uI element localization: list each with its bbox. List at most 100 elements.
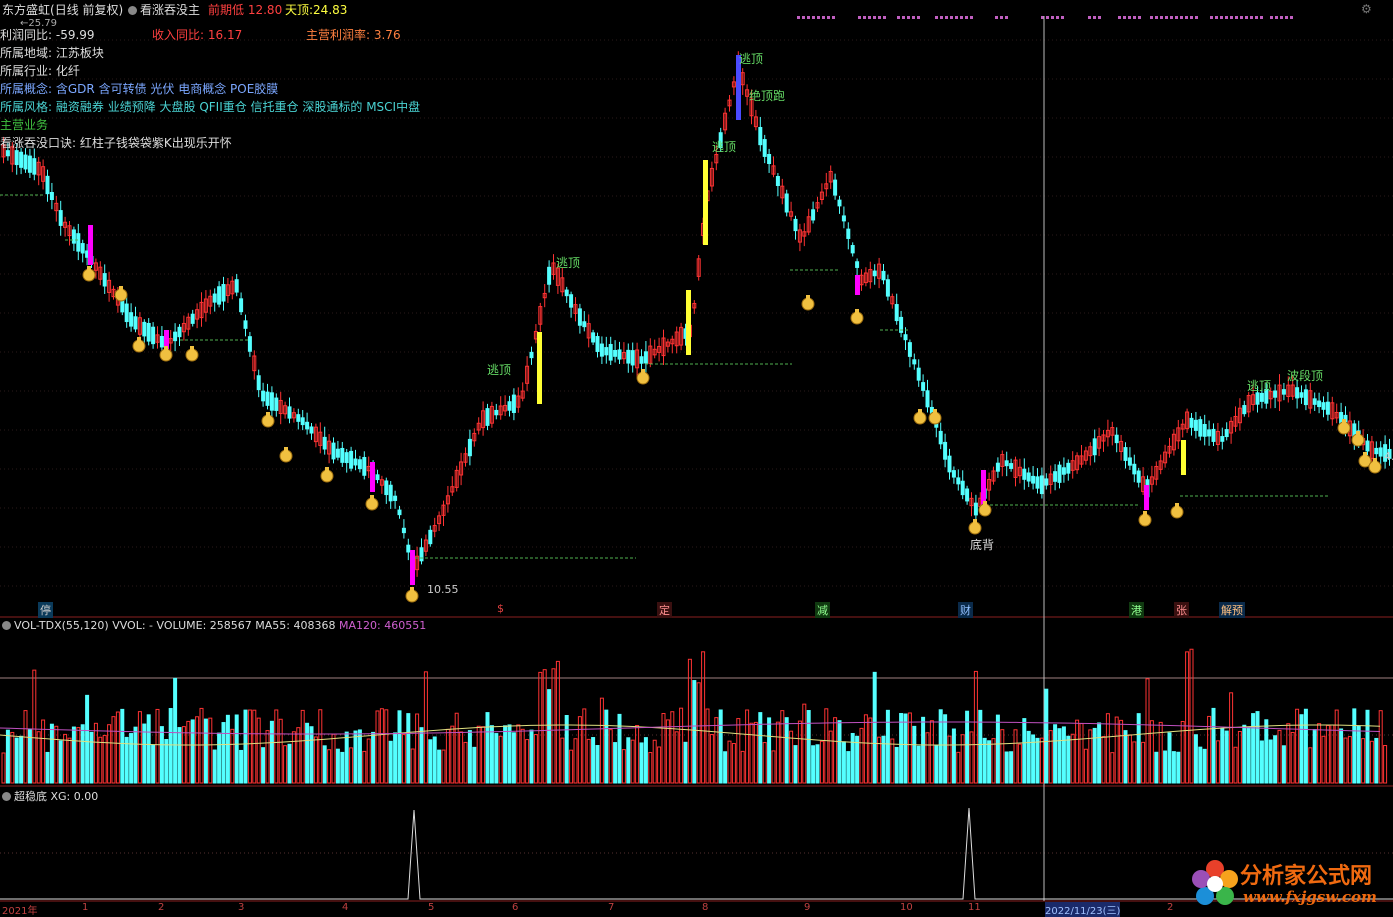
event-tag-rise[interactable]: 张 bbox=[1174, 602, 1189, 618]
volume-bar bbox=[929, 720, 934, 784]
candle-body bbox=[850, 245, 855, 254]
signal-dot bbox=[1088, 16, 1091, 19]
date-label: 1 bbox=[82, 902, 89, 913]
volume-bar bbox=[626, 737, 631, 784]
volume-bar bbox=[1198, 746, 1203, 784]
candle-body bbox=[27, 155, 32, 173]
profit-yoy: 利润同比: -59.99 bbox=[0, 28, 95, 42]
candle-body bbox=[217, 286, 222, 305]
volume-bar bbox=[1321, 735, 1326, 784]
volume-bar bbox=[841, 741, 846, 784]
volume-bar bbox=[1110, 752, 1115, 784]
volume-bar bbox=[586, 738, 591, 784]
signal-dot bbox=[935, 16, 938, 19]
event-tag-dollar[interactable]: $ bbox=[495, 602, 506, 615]
gear-icon[interactable]: ⚙ bbox=[1361, 2, 1372, 16]
volume-bar bbox=[485, 712, 490, 784]
settings-circle-icon[interactable] bbox=[2, 792, 11, 801]
volume-bar bbox=[203, 718, 208, 784]
volume-bar bbox=[692, 680, 697, 784]
money-bag-icon bbox=[190, 346, 194, 350]
volume-bar bbox=[89, 731, 94, 784]
event-tag-suspend[interactable]: 停 bbox=[38, 602, 53, 618]
xg-panel-title[interactable]: 超稳底 XG: 0.00 bbox=[2, 788, 98, 804]
volume-bar bbox=[212, 749, 217, 784]
signal-dot bbox=[1285, 16, 1288, 19]
volume-bar bbox=[265, 730, 270, 784]
candle-body bbox=[1295, 387, 1300, 399]
signal-candle bbox=[1181, 440, 1186, 475]
signal-dot bbox=[1175, 16, 1178, 19]
volume-bar bbox=[890, 738, 895, 784]
volume-bar bbox=[357, 729, 362, 784]
volume-bar bbox=[683, 741, 688, 784]
settings-circle-icon[interactable] bbox=[128, 6, 137, 15]
volume-bar bbox=[837, 720, 842, 784]
volume-bar bbox=[749, 722, 754, 784]
volume-bar bbox=[696, 682, 701, 784]
candle-body bbox=[916, 367, 921, 381]
event-tag-hk[interactable]: 港 bbox=[1129, 602, 1144, 618]
money-bag-icon bbox=[370, 495, 374, 499]
candle-body bbox=[265, 391, 270, 406]
candle-body bbox=[1312, 398, 1317, 405]
volume-bar bbox=[397, 710, 402, 784]
candle-body bbox=[855, 261, 860, 268]
volume-bar bbox=[115, 711, 120, 784]
volume-bar bbox=[991, 738, 996, 784]
volume-bar bbox=[252, 709, 257, 784]
candle-body bbox=[811, 209, 816, 221]
indicator-title[interactable]: 看涨吞没主 bbox=[128, 1, 200, 18]
signal-dot bbox=[1180, 16, 1183, 19]
money-bag-icon bbox=[284, 447, 288, 451]
candle-body bbox=[467, 438, 472, 457]
volume-bar bbox=[819, 740, 824, 784]
event-tag-fixed[interactable]: 定 bbox=[657, 602, 672, 618]
volume-bar bbox=[1202, 748, 1207, 784]
volume-bar bbox=[793, 745, 798, 784]
candle-body bbox=[973, 502, 978, 516]
event-tag-reduce[interactable]: 减 bbox=[815, 602, 830, 618]
volume-bar bbox=[243, 709, 248, 784]
volume-bar bbox=[943, 714, 948, 784]
volume-bar bbox=[247, 709, 252, 784]
volume-panel-title[interactable]: VOL-TDX(55,120) VVOL: - VOLUME: 258567 M… bbox=[2, 619, 426, 632]
volume-bar bbox=[1149, 720, 1154, 784]
main-profit-margin: 主营利润率: 3.76 bbox=[306, 28, 401, 42]
signal-dot bbox=[1270, 16, 1273, 19]
money-bag-icon bbox=[850, 311, 864, 325]
candle-body bbox=[1378, 447, 1383, 457]
date-label: 2 bbox=[158, 902, 165, 913]
volume-bar bbox=[217, 732, 222, 784]
money-bag-icon bbox=[320, 469, 334, 483]
event-tag-unlock[interactable]: 解预 bbox=[1219, 602, 1245, 618]
volume-bar bbox=[903, 713, 908, 784]
volume-bar bbox=[951, 728, 956, 784]
money-bag-icon bbox=[137, 337, 141, 341]
volume-bar bbox=[828, 730, 833, 784]
volume-bar bbox=[969, 731, 974, 784]
candle-body bbox=[595, 336, 600, 352]
volume-bar bbox=[591, 737, 596, 784]
signal-dot bbox=[858, 16, 861, 19]
candle-body bbox=[1273, 390, 1278, 398]
volume-bar bbox=[498, 735, 503, 784]
signal-dot bbox=[873, 16, 876, 19]
volume-bar bbox=[797, 720, 802, 784]
candle-body bbox=[340, 447, 345, 463]
signal-dot bbox=[797, 16, 800, 19]
volume-bar bbox=[208, 717, 213, 784]
candle-body bbox=[80, 243, 85, 254]
candle-body bbox=[1031, 475, 1036, 484]
candle-body bbox=[129, 312, 134, 327]
date-label: 3 bbox=[238, 902, 245, 913]
signal-dot bbox=[1046, 16, 1049, 19]
event-tag-finance[interactable]: 财 bbox=[958, 602, 973, 618]
signal-dot bbox=[965, 16, 968, 19]
signal-dot bbox=[1190, 16, 1193, 19]
candle-body bbox=[995, 462, 1000, 472]
volume-bar bbox=[93, 722, 98, 784]
volume-bar bbox=[973, 670, 978, 784]
volume-bar bbox=[107, 724, 112, 784]
settings-circle-icon[interactable] bbox=[2, 621, 11, 630]
